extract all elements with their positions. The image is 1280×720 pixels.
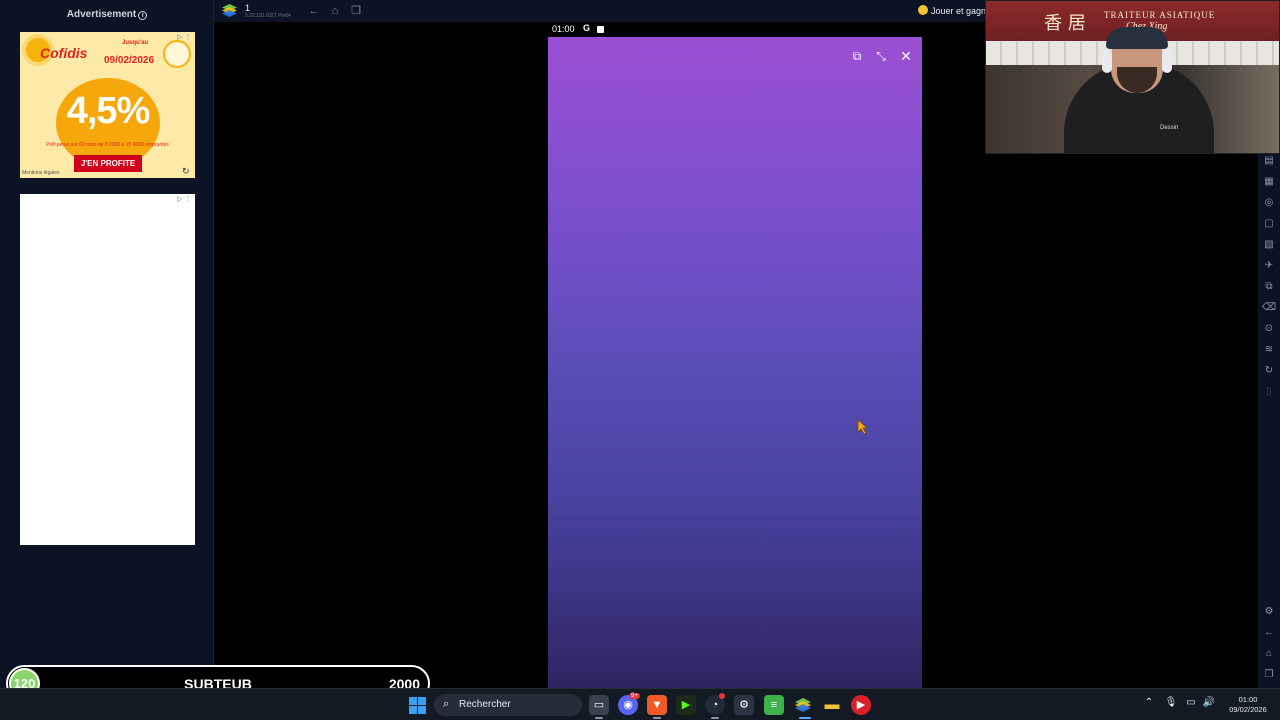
phone-screen[interactable]: ⧉ ⤡ ✕ <box>548 37 922 688</box>
eraser-icon[interactable]: ⌫ <box>1262 301 1276 315</box>
instance-version: 5.22.110.1027 Pie64 <box>245 13 291 19</box>
bluestacks-logo-icon <box>222 4 237 17</box>
back-icon[interactable]: ← <box>1262 626 1276 640</box>
ad-label-text: Advertisement <box>66 9 137 20</box>
ad-until-label: Jusqu'au <box>122 40 149 46</box>
screen: Advertisement i Cofidis Jusqu'au 09/02/20… <box>0 0 1280 720</box>
brave-icon[interactable]: ▼ <box>647 695 667 715</box>
home-icon[interactable]: ⌂ <box>1262 647 1276 661</box>
back-arrow-icon[interactable]: ← <box>307 4 321 18</box>
obs-live-dot <box>719 693 725 699</box>
search-icon: ⌕ <box>443 698 450 710</box>
taskbar-search-input[interactable]: ⌕ Rechercher <box>434 694 582 716</box>
taskbar-clock[interactable]: 01:00 09/02/2026 <box>1222 695 1274 715</box>
close-icon[interactable]: ✕ <box>898 48 914 64</box>
gallery-icon[interactable]: ▧ <box>1262 238 1276 252</box>
microphone-icon[interactable]: 🎙 <box>1164 697 1178 708</box>
external-link-icon[interactable]: ⧉ <box>849 48 865 64</box>
screenshot-icon[interactable]: ◎ <box>1262 196 1276 210</box>
phone-status-bar: 01:00 G <box>548 22 922 37</box>
layers-icon[interactable]: ≋ <box>1262 343 1276 357</box>
media-player-icon[interactable]: ▶ <box>851 695 871 715</box>
running-indicator <box>653 717 661 719</box>
ad-brand: Cofidis <box>40 45 88 61</box>
cofidis-ad[interactable]: Cofidis Jusqu'au 09/02/2026 4,5% Prêt pe… <box>20 32 195 178</box>
kick-icon[interactable]: ▶ <box>676 695 696 715</box>
headphones-right <box>1162 49 1172 73</box>
windows-start-icon[interactable] <box>409 697 427 715</box>
settings-gear-icon[interactable]: ⚙ <box>734 695 754 715</box>
location-icon[interactable]: ⊙ <box>1262 322 1276 336</box>
recent-apps-icon[interactable]: ❐ <box>349 4 363 18</box>
bluestacks-taskbar-icon[interactable] <box>793 695 813 715</box>
multi-instance-icon[interactable]: ⧉ <box>1262 280 1276 294</box>
search-placeholder: Rechercher <box>459 699 511 710</box>
more-icon[interactable]: ▯ <box>1262 385 1276 399</box>
notes-app-icon[interactable]: ≡ <box>764 695 784 715</box>
clock-time: 01:00 <box>1238 695 1258 704</box>
ad-legal-link[interactable]: Mentions légales <box>22 170 60 176</box>
ad-until-date: 09/02/2026 <box>104 55 155 66</box>
running-indicator <box>711 717 719 719</box>
system-tray: ⌃ 🎙 ▭ 🔊 <box>1142 697 1218 713</box>
phone-clock: 01:00 <box>552 24 575 34</box>
recent-apps-icon[interactable]: ❐ <box>1262 668 1276 682</box>
clock-icon <box>163 40 191 68</box>
task-view-icon[interactable]: ▭ <box>589 695 609 715</box>
notification-icon <box>597 26 604 33</box>
settings-icon[interactable]: ⚙ <box>1262 605 1276 619</box>
adchoices-icon[interactable]: ▷ ⋮ <box>177 195 191 203</box>
sync-icon[interactable]: ↻ <box>1262 364 1276 378</box>
discord-badge: 9+ <box>629 693 640 699</box>
active-indicator <box>799 717 811 719</box>
webcam-overlay: 香 居 TRAITEUR ASIATIQUE Chez Xing Dessin <box>985 0 1280 154</box>
home-icon[interactable]: ⌂ <box>328 4 342 18</box>
ad-panel: Advertisement i Cofidis Jusqu'au 09/02/20… <box>0 0 214 688</box>
shop-sign-hanzi: 香 居 <box>1044 13 1086 34</box>
mouse-cursor-icon <box>857 419 869 435</box>
play-and-win-button[interactable]: Jouer et gagn <box>918 5 986 16</box>
coin-icon <box>918 5 928 15</box>
replay-icon[interactable]: ↻ <box>182 166 190 177</box>
ad-fine-print: Prêt perso sur 60 mois de 8 000€ à 15 00… <box>46 142 169 148</box>
ad-cta-button[interactable]: J'EN PROFITE <box>74 155 142 172</box>
record-icon[interactable]: ▦ <box>1262 175 1276 189</box>
speaker-icon[interactable]: 🔊 <box>1202 697 1216 708</box>
shirt-logo: Dessin <box>1160 125 1179 131</box>
adchoices-icon[interactable]: ▷ ⋮ <box>177 33 191 41</box>
shop-sign-line1: TRAITEUR ASIATIQUE <box>1104 10 1216 20</box>
file-explorer-icon[interactable]: ▬ <box>822 695 842 715</box>
blank-ad[interactable]: ▷ ⋮ <box>20 194 195 545</box>
windows-taskbar: ⌕ Rechercher ▭ ◉ 9+ ▼ ▶ ◔ ⚙ ≡ ▬ ▶ ⌃ 🎙 ▭ … <box>0 688 1280 720</box>
streamer-cap <box>1106 27 1168 49</box>
side-toolbar: ▤ ▦ ◎ ▢ ▧ ✈ ⧉ ⌫ ⊙ ≋ ↻ ▯ ⚙ ← ⌂ ❐ <box>1258 154 1280 688</box>
airplane-icon[interactable]: ✈ <box>1262 259 1276 273</box>
instance-title[interactable]: 1 <box>245 3 250 13</box>
fullscreen-icon[interactable]: ▢ <box>1262 217 1276 231</box>
ad-rate: 4,5% <box>66 90 151 132</box>
google-icon: G <box>583 23 591 33</box>
clock-date: 09/02/2026 <box>1229 705 1267 714</box>
network-icon[interactable]: ▭ <box>1184 697 1198 708</box>
info-icon[interactable]: i <box>138 11 148 20</box>
play-and-win-label: Jouer et gagn <box>931 6 987 16</box>
volume-icon[interactable]: ▤ <box>1262 154 1276 168</box>
headphones-left <box>1102 49 1112 73</box>
running-indicator <box>595 717 603 719</box>
minimize-icon[interactable]: ⤡ <box>873 48 889 64</box>
ad-label: Advertisement i <box>0 9 214 20</box>
chevron-up-icon[interactable]: ⌃ <box>1142 697 1156 708</box>
